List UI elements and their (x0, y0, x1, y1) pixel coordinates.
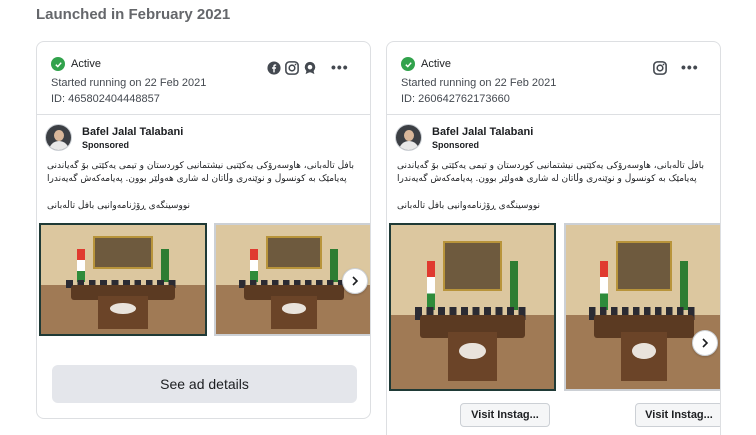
ad-id: ID: 465802404448857 (51, 93, 160, 105)
carousel-image[interactable] (39, 223, 207, 336)
image-carousel (37, 223, 370, 338)
audience-network-icon (302, 60, 317, 75)
status-label: Active (421, 58, 451, 70)
image-carousel (387, 223, 720, 393)
ad-signature: نووسینگەی ڕۆژنامەوانیی بافڵ تاڵەبانی (397, 201, 540, 211)
see-ad-details-button[interactable]: See ad details (52, 365, 357, 403)
section-title: Launched in February 2021 (36, 6, 231, 23)
carousel-next-button[interactable] (692, 330, 718, 356)
status-badge: Active (51, 57, 101, 71)
carousel-next-button[interactable] (342, 268, 368, 294)
advertiser-row: Bafel Jalal Talabani Sponsored (395, 124, 533, 151)
ad-signature: نووسینگەی ڕۆژنامەوانیی بافڵ تاڵەبانی (47, 201, 190, 211)
ad-body-line: پەیامێک بە کونسوڵ و نوێنەری وڵاتان لە شا… (397, 174, 697, 184)
ad-body-line: بافڵ تاڵەبانی، هاوسەرۆکی یەکێتیی نیشتمان… (47, 161, 354, 171)
status-label: Active (71, 58, 101, 70)
carousel-image[interactable] (564, 223, 720, 391)
ad-card-header: Active Started running on 22 Feb 2021 ID… (37, 42, 370, 115)
ad-body-line: پەیامێک بە کونسوڵ و نوێنەری وڵاتان لە شا… (47, 174, 347, 184)
page-name-link[interactable]: Bafel Jalal Talabani (432, 126, 533, 138)
ad-body-text: بافڵ تاڵەبانی، هاوسەرۆکی یەکێتیی نیشتمان… (47, 160, 365, 213)
carousel-image[interactable] (389, 223, 556, 391)
chevron-right-icon (702, 338, 709, 348)
check-circle-icon (51, 57, 65, 71)
more-options-icon[interactable]: ••• (681, 59, 699, 75)
instagram-icon (284, 60, 299, 75)
ad-card: Active Started running on 22 Feb 2021 ID… (386, 41, 721, 435)
advertiser-row: Bafel Jalal Talabani Sponsored (45, 124, 183, 151)
sponsored-label: Sponsored (432, 139, 480, 150)
facebook-icon (266, 60, 281, 75)
more-options-icon[interactable]: ••• (331, 59, 349, 75)
ad-card: Active Started running on 22 Feb 2021 ID… (36, 41, 371, 419)
visit-instagram-button[interactable]: Visit Instag... (460, 403, 550, 427)
ad-library-page: Launched in February 2021 Active Started… (0, 0, 756, 435)
visit-instagram-button[interactable]: Visit Instag... (635, 403, 720, 427)
ad-id: ID: 260642762173660 (401, 93, 510, 105)
platform-list (652, 60, 667, 75)
avatar[interactable] (45, 124, 72, 151)
status-badge: Active (401, 57, 451, 71)
platform-list (266, 60, 317, 75)
chevron-right-icon (352, 276, 359, 286)
avatar[interactable] (395, 124, 422, 151)
ad-body-line: بافڵ تاڵەبانی، هاوسەرۆکی یەکێتیی نیشتمان… (397, 161, 704, 171)
start-date: Started running on 22 Feb 2021 (401, 77, 557, 89)
start-date: Started running on 22 Feb 2021 (51, 77, 207, 89)
page-name-link[interactable]: Bafel Jalal Talabani (82, 126, 183, 138)
ad-body-text: بافڵ تاڵەبانی، هاوسەرۆکی یەکێتیی نیشتمان… (397, 160, 715, 213)
instagram-icon (652, 60, 667, 75)
sponsored-label: Sponsored (82, 139, 130, 150)
check-circle-icon (401, 57, 415, 71)
ad-card-header: Active Started running on 22 Feb 2021 ID… (387, 42, 720, 115)
